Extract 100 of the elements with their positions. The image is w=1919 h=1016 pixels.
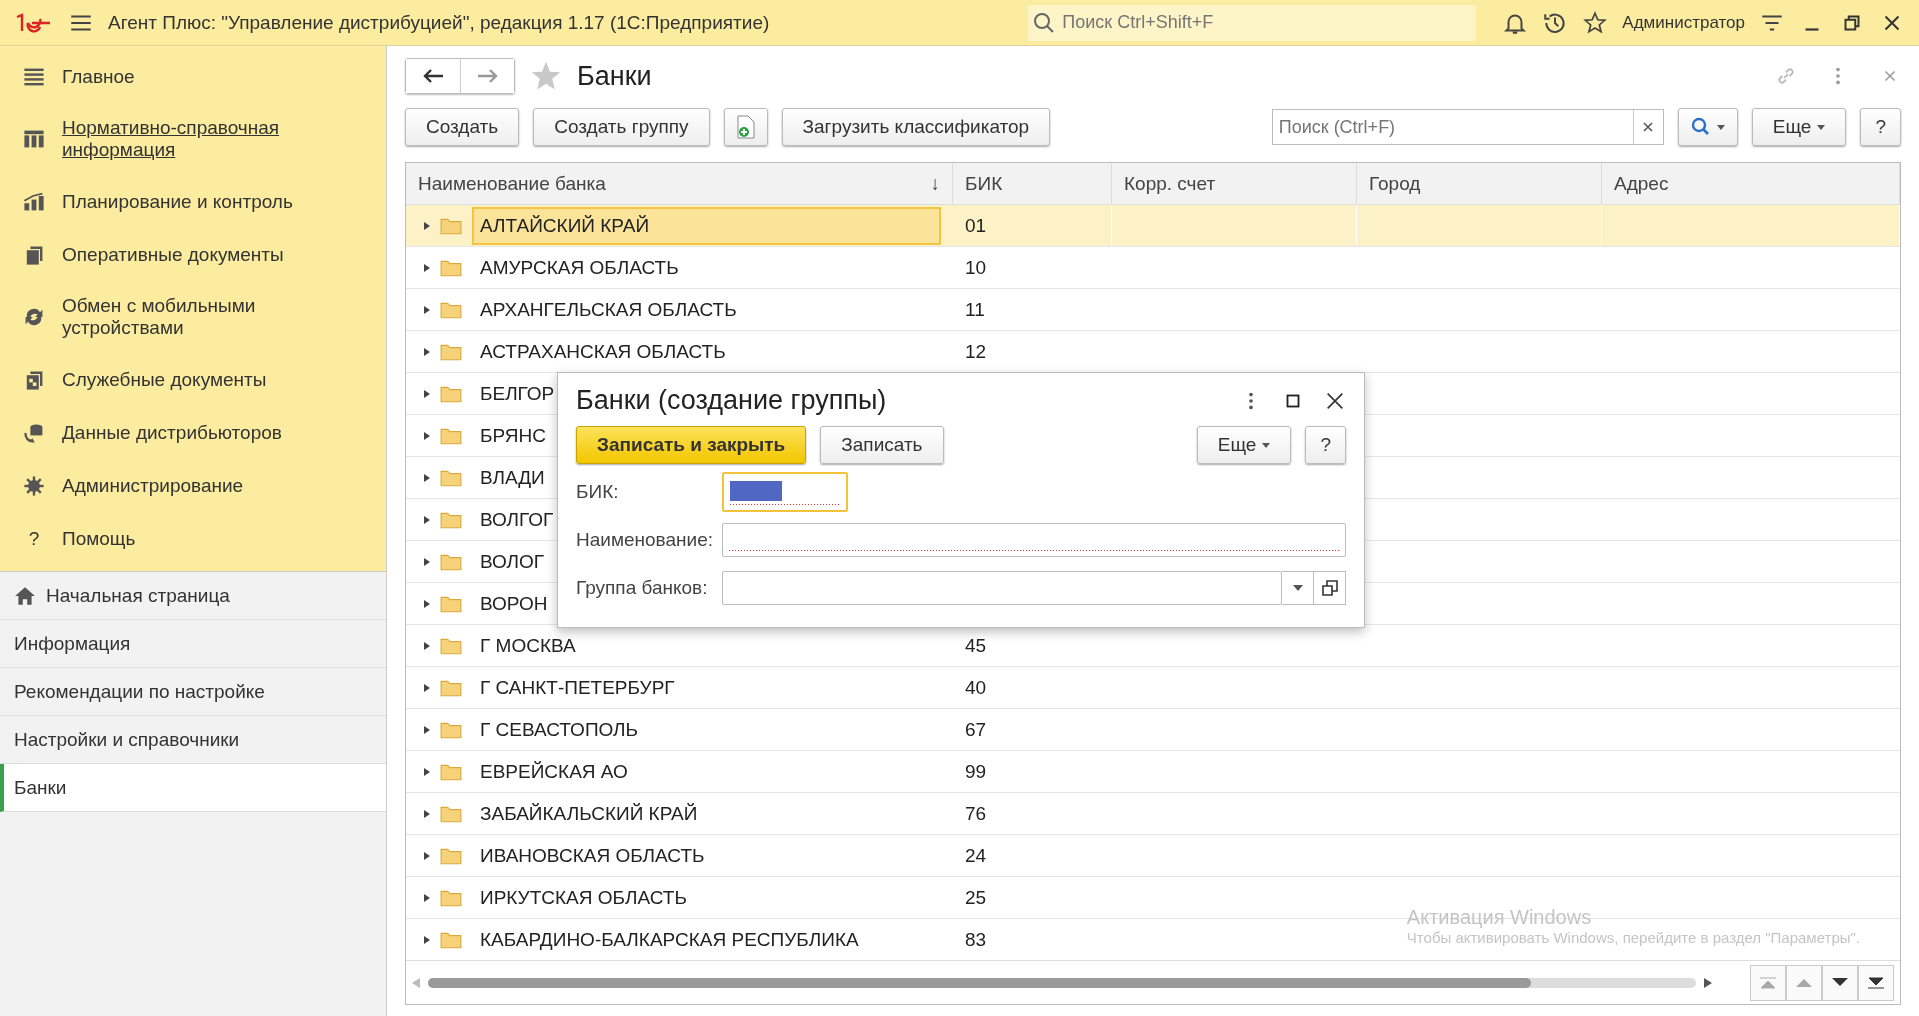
section-link[interactable]: Администрирование <box>62 474 244 497</box>
folder-icon <box>440 552 462 571</box>
back-button[interactable] <box>406 59 460 93</box>
save-and-close-button[interactable]: Записать и закрыть <box>576 426 807 464</box>
expand-icon[interactable] <box>424 851 430 860</box>
folder-icon <box>440 846 462 865</box>
bank-name-cell-text: ИРКУТСКАЯ ОБЛАСТЬ <box>479 885 688 910</box>
folder-icon <box>440 762 462 781</box>
bank-name-cell-text: АСТРАХАНСКАЯ ОБЛАСТЬ <box>479 339 727 364</box>
bank-name-cell-text: ИВАНОВСКАЯ ОБЛАСТЬ <box>479 843 706 868</box>
bank-name-cell-text: Г МОСКВА <box>479 633 577 658</box>
table-row[interactable]: Г САНКТ-ПЕТЕРБУРГ 40 <box>406 667 1900 709</box>
folder-icon <box>440 720 462 739</box>
bank-name-cell-text: АРХАНГЕЛЬСКАЯ ОБЛАСТЬ <box>479 297 738 322</box>
expand-icon[interactable] <box>424 515 430 524</box>
section-link[interactable]: Нормативно-справочная информация <box>62 117 364 161</box>
expand-icon[interactable] <box>424 809 430 818</box>
field-label: Группа банков: <box>576 577 709 599</box>
section-link[interactable]: Данные дистрибьюторов <box>62 421 282 444</box>
section-link[interactable]: Помощь <box>62 527 136 550</box>
expand-icon[interactable] <box>424 221 430 230</box>
scroll-right-icon[interactable] <box>1704 977 1712 988</box>
table-row[interactable]: АМУРСКАЯ ОБЛАСТЬ 10 <box>406 247 1900 289</box>
expand-icon[interactable] <box>424 473 430 482</box>
open-page-tab[interactable]: Информация <box>0 620 386 668</box>
search-input[interactable]: Поиск Ctrl+Shift+F <box>1060 7 1473 38</box>
column-header[interactable]: Корр. счет <box>1112 163 1357 204</box>
folder-icon <box>440 636 462 655</box>
table-row[interactable]: ИВАНОВСКАЯ ОБЛАСТЬ 24 <box>406 835 1900 877</box>
toolbar-button[interactable]: Создать группу <box>533 108 710 146</box>
table-row[interactable]: АЛТАЙСКИЙ КРАЙ 01 <box>406 205 1900 247</box>
window-title: Агент Плюс: "Управление дистрибуцией", редакция 1.17 (1С:Предприятие) <box>108 11 771 34</box>
expand-icon[interactable] <box>424 725 430 734</box>
column-header[interactable]: Город <box>1357 163 1602 204</box>
arrow-right-icon <box>476 68 499 84</box>
expand-icon[interactable] <box>424 557 430 566</box>
section-link[interactable]: Планирование и контроль <box>62 190 293 213</box>
bank-name-cell-text: ЕВРЕЙСКАЯ АО <box>479 759 629 784</box>
column-header[interactable]: БИК <box>953 163 1112 204</box>
arrow-left-icon <box>422 68 444 84</box>
input-field[interactable] <box>722 571 1282 605</box>
caret-icon <box>1817 124 1826 130</box>
folder-icon <box>440 510 462 529</box>
page-down-button[interactable] <box>1822 964 1858 1001</box>
expand-icon[interactable] <box>424 389 430 398</box>
section-link[interactable]: Главное <box>62 65 135 88</box>
expand-icon[interactable] <box>424 935 430 944</box>
search-field[interactable]: Поиск Ctrl+Shift+F <box>1028 4 1477 41</box>
expand-icon[interactable] <box>424 893 430 902</box>
toolbar-button[interactable]: Создать <box>405 108 520 146</box>
expand-icon[interactable] <box>424 599 430 608</box>
section-link[interactable]: Обмен с мобильными устройствами <box>62 295 364 339</box>
section-link[interactable]: Служебные документы <box>62 368 267 391</box>
open-page-tab[interactable]: Банки <box>0 764 386 812</box>
table-row[interactable]: ЕВРЕЙСКАЯ АО 99 <box>406 751 1900 793</box>
scroll-bottom-icon <box>1867 976 1885 989</box>
dropdown-button[interactable] <box>1282 571 1314 605</box>
table-row[interactable]: АРХАНГЕЛЬСКАЯ ОБЛАСТЬ 11 <box>406 289 1900 331</box>
help-button[interactable]: ? <box>1860 108 1901 146</box>
bik-cell: 01 <box>965 214 987 237</box>
last-page-button[interactable] <box>1858 964 1894 1001</box>
folder-icon <box>440 594 462 613</box>
user-name[interactable]: Администратор <box>1622 12 1745 33</box>
bik-cell: 12 <box>965 340 987 363</box>
scrollbar[interactable] <box>428 977 1696 988</box>
folder-icon <box>440 804 462 823</box>
more-button[interactable]: Еще <box>1196 426 1292 464</box>
star-icon[interactable] <box>1582 9 1609 36</box>
search-button[interactable] <box>1677 108 1738 146</box>
bank-name-cell-text: БЕЛГОР <box>479 381 556 406</box>
expand-icon[interactable] <box>424 431 430 440</box>
folder-icon <box>440 426 462 445</box>
expand-icon[interactable] <box>424 347 430 356</box>
table-row[interactable]: Г СЕВАСТОПОЛЬ 67 <box>406 709 1900 751</box>
open-page-tab[interactable]: Начальная страница <box>0 572 386 620</box>
open-button[interactable] <box>1314 571 1346 605</box>
folder-icon <box>440 888 462 907</box>
section-link[interactable]: Оперативные документы <box>62 243 284 266</box>
caret-icon <box>1292 585 1303 591</box>
expand-icon[interactable] <box>424 767 430 776</box>
expand-icon[interactable] <box>424 641 430 650</box>
column-header[interactable]: Адрес <box>1602 163 1900 204</box>
help-button[interactable]: ? <box>1305 426 1346 464</box>
expand-icon[interactable] <box>424 683 430 692</box>
folder-icon <box>440 216 462 235</box>
load-classifier-button[interactable]: Загрузить классификатор <box>781 108 1051 146</box>
folder-icon <box>440 678 462 697</box>
bank-name-cell-text: ВОЛОГ <box>479 549 546 574</box>
add-document-button[interactable] <box>723 108 768 146</box>
caret-icon <box>1716 124 1725 130</box>
bik-cell: 40 <box>965 676 987 699</box>
input-field[interactable] <box>722 523 1346 557</box>
open-page-tab[interactable]: Рекомендации по настройке <box>0 668 386 716</box>
save-button[interactable]: Записать <box>820 426 944 464</box>
column-header[interactable]: Наименование банка ↓ <box>406 163 953 204</box>
more-button[interactable]: Еще <box>1751 108 1847 146</box>
bik-cell: 76 <box>965 802 987 825</box>
table-row[interactable]: ЗАБАЙКАЛЬСКИЙ КРАЙ 76 <box>406 793 1900 835</box>
expand-icon[interactable] <box>424 263 430 272</box>
expand-icon[interactable] <box>424 305 430 314</box>
